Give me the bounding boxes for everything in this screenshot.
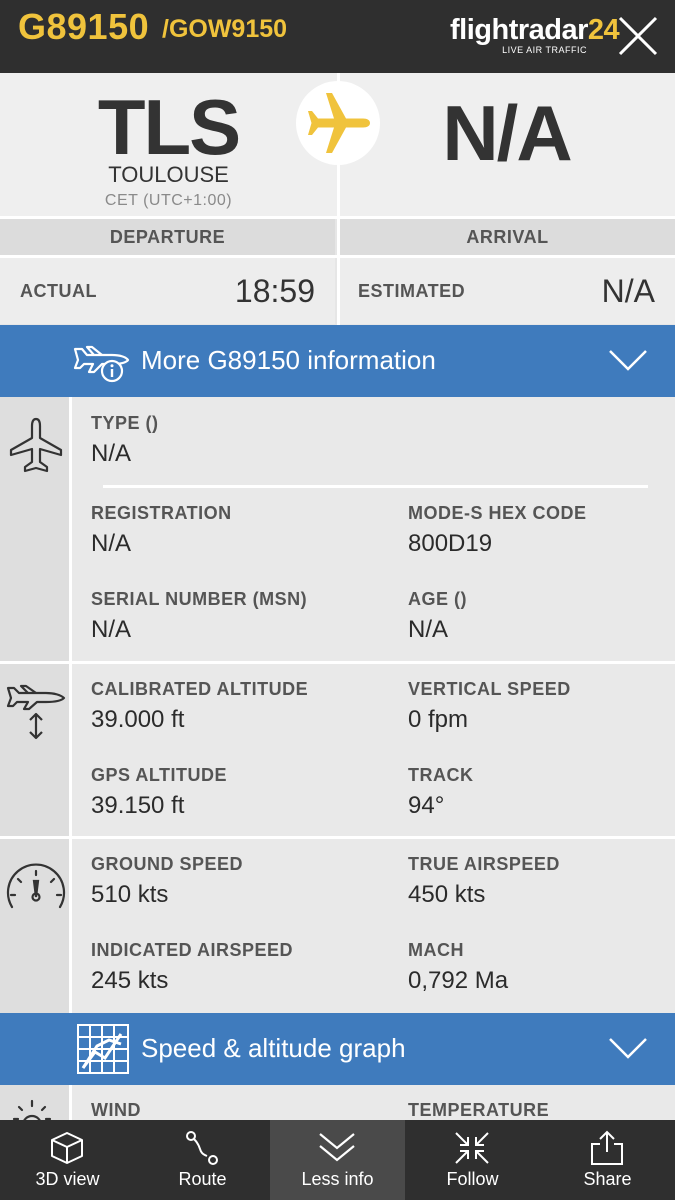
age-value: N/A [408,616,449,643]
arrival-airport-code: N/A [442,89,572,177]
hex-code-value: 800D19 [408,530,493,557]
mach-label: MACH [408,940,464,960]
tab-share[interactable]: Share [540,1120,675,1200]
graph-label: Speed & altitude graph [141,1033,406,1063]
speed-section-sidebar [0,839,72,1013]
flightradar24-logo: flightradar24 LIVE AIR TRAFFIC [450,14,620,62]
more-info-label: More G89150 information [141,345,436,375]
aircraft-type-label: TYPE () [91,413,159,433]
airplane-icon [308,93,370,153]
tab-label: Share [583,1169,632,1189]
departure-time-label: ACTUAL [20,281,97,301]
departure-time-cell: ACTUAL 18:59 [0,258,335,324]
top-bar: G89150 /GOW9150 flightradar24 LIVE AIR T… [0,0,675,73]
speedometer-icon [6,863,66,909]
cube-icon [51,1132,83,1164]
track-label: TRACK [408,765,474,785]
tab-follow[interactable]: Follow [405,1120,540,1200]
tab-label: Follow [446,1169,499,1189]
plane-info-icon [73,345,130,383]
bottom-tab-bar: 3D view Route Less info Follow Share [0,1120,675,1200]
hex-code-label: MODE-S HEX CODE [408,503,587,523]
logo-subtitle: LIVE AIR TRAFFIC [502,45,587,55]
close-button[interactable] [616,14,660,58]
graph-icon [77,1024,129,1074]
logo-number: 24 [587,14,620,46]
more-info-toggle[interactable]: More G89150 information [0,325,675,397]
gps-altitude-value: 39.150 ft [91,792,185,819]
flight-callsign: G89150 [18,6,150,47]
registration-value: N/A [91,530,132,557]
arrival-label: ARRIVAL [340,219,675,255]
flight-callsign-secondary: /GOW9150 [162,15,288,43]
departure-label: DEPARTURE [0,219,335,255]
serial-number-label: SERIAL NUMBER (MSN) [91,589,308,609]
weather-section: WIND TEMPERATURE [0,1085,675,1125]
wind-label: WIND [91,1100,141,1120]
altitude-icon [6,684,66,740]
altitude-section: CALIBRATED ALTITUDE 39.000 ft VERTICAL S… [0,664,675,836]
gps-altitude-label: GPS ALTITUDE [91,765,227,785]
tab-label: Less info [301,1169,374,1189]
true-airspeed-label: TRUE AIRSPEED [408,854,560,874]
share-icon [591,1130,623,1165]
route-times: ACTUAL 18:59 ESTIMATED N/A [0,258,675,324]
ground-speed-value: 510 kts [91,881,169,908]
chevron-down-icon [609,350,647,371]
tab-route[interactable]: Route [135,1120,270,1200]
ground-speed-label: GROUND SPEED [91,854,244,874]
route-plane-badge [296,81,380,165]
arrival-time-cell: ESTIMATED N/A [340,258,675,324]
arrival-time-label: ESTIMATED [358,281,466,301]
temperature-label: TEMPERATURE [408,1100,550,1120]
airplane-outline-icon [9,417,63,473]
close-icon [618,16,658,56]
weather-section-sidebar [0,1085,72,1125]
true-airspeed-value: 450 kts [408,881,486,908]
collapse-arrows-icon [455,1132,489,1164]
registration-label: REGISTRATION [91,503,232,523]
calibrated-altitude-label: CALIBRATED ALTITUDE [91,679,309,699]
tab-3d-view[interactable]: 3D view [0,1120,135,1200]
calibrated-altitude-value: 39.000 ft [91,706,185,733]
vertical-speed-label: VERTICAL SPEED [408,679,571,699]
speed-section: GROUND SPEED 510 kts TRUE AIRSPEED 450 k… [0,839,675,1013]
chevron-down-icon [609,1038,647,1059]
departure-airport-code[interactable]: TLS [0,82,337,173]
arrival-time-value: N/A [601,273,655,309]
vertical-speed-value: 0 fpm [408,706,469,733]
logo-text: flightradar [450,14,588,46]
mach-value: 0,792 Ma [408,967,509,994]
speed-altitude-graph-toggle[interactable]: Speed & altitude graph [0,1013,675,1085]
serial-number-value: N/A [91,616,132,643]
route-icon [186,1131,218,1165]
tab-label: 3D view [35,1169,100,1189]
departure-time-value: 18:59 [234,273,315,309]
route-labels: DEPARTURE ARRIVAL [0,219,675,255]
tab-less-info[interactable]: Less info [270,1120,405,1200]
departure-timezone: CET (UTC+1:00) [104,192,233,209]
indicated-airspeed-value: 245 kts [91,967,169,994]
departure-city: TOULOUSE [108,162,229,187]
track-value: 94° [408,792,445,819]
indicated-airspeed-label: INDICATED AIRSPEED [91,940,294,960]
double-chevron-down-icon [319,1133,355,1162]
aircraft-section-sidebar [0,397,72,661]
aircraft-section: TYPE () N/A REGISTRATION N/A MODE-S HEX … [0,397,675,661]
divider [103,485,648,488]
tab-label: Route [178,1169,227,1189]
age-label: AGE () [408,589,467,609]
altitude-section-sidebar [0,664,72,836]
aircraft-type-value: N/A [91,440,132,467]
